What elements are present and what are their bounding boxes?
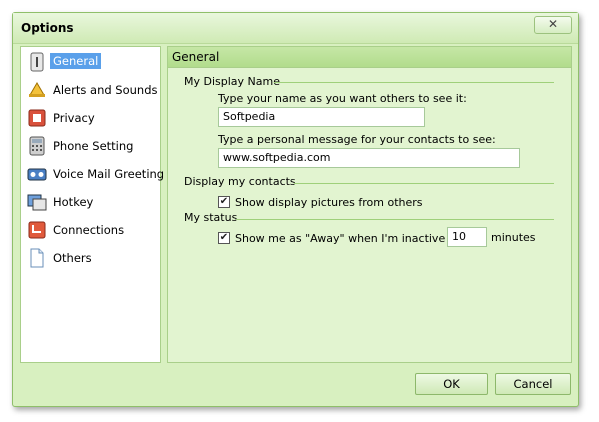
sidebar-item-label: Voice Mail Greeting (53, 167, 165, 181)
away-checkbox[interactable]: ✔ (218, 232, 230, 244)
options-sidebar: General Alerts and Sounds Privacy Phone … (20, 46, 164, 363)
sidebar-item-voicemail[interactable]: Voice Mail Greeting (23, 161, 164, 187)
sidebar-item-others[interactable]: Others (23, 245, 158, 271)
show-pictures-checkbox[interactable]: ✔ (218, 196, 230, 208)
close-button[interactable]: ✕ (534, 16, 572, 34)
show-pictures-label: Show display pictures from others (235, 196, 423, 209)
contacts-group-label: Display my contacts (184, 175, 296, 188)
away-minutes-input[interactable]: 10 (447, 227, 487, 247)
alerts-icon (29, 82, 45, 97)
general-settings-panel: General My Display Name Type your name a… (167, 46, 572, 363)
others-icon (30, 248, 44, 268)
sidebar-item-hotkey[interactable]: Hotkey (23, 189, 158, 215)
options-window: Options ✕ General Alerts and Sounds Priv… (12, 12, 579, 407)
group-divider (294, 183, 554, 184)
sidebar-item-privacy[interactable]: Privacy (23, 105, 158, 131)
general-icon (30, 52, 44, 72)
panel-header: General (168, 47, 571, 68)
title-bar[interactable]: Options ✕ (13, 13, 578, 44)
group-divider (274, 82, 554, 83)
display-name-group-label: My Display Name (184, 75, 280, 88)
sidebar-item-phone[interactable]: Phone Setting (23, 133, 158, 159)
window-title: Options (21, 21, 74, 35)
sidebar-item-label: Hotkey (53, 195, 94, 209)
cancel-button[interactable]: Cancel (495, 373, 571, 395)
sidebar-item-label: General (50, 53, 102, 69)
phone-icon (29, 136, 45, 156)
sidebar-item-label: Alerts and Sounds (53, 83, 158, 97)
status-group-label: My status (184, 211, 238, 224)
personal-message-input[interactable]: www.softpedia.com (218, 148, 520, 168)
sidebar-item-general[interactable]: General (23, 49, 158, 75)
minutes-label: minutes (491, 231, 536, 244)
ok-button[interactable]: OK (415, 373, 488, 395)
sidebar-item-label: Connections (53, 223, 125, 237)
voicemail-icon (27, 168, 47, 181)
sidebar-item-alerts[interactable]: Alerts and Sounds (23, 77, 158, 103)
name-field-label: Type your name as you want others to see… (218, 92, 467, 105)
connections-icon (28, 221, 46, 239)
group-divider (236, 219, 554, 220)
sidebar-item-label: Phone Setting (53, 139, 134, 153)
sidebar-item-label: Others (53, 251, 92, 265)
sidebar-item-connections[interactable]: Connections (23, 217, 158, 243)
sidebar-item-label: Privacy (53, 111, 95, 125)
panel-title: General (172, 50, 220, 64)
away-label: Show me as "Away" when I'm inactive for (235, 232, 464, 245)
privacy-icon (28, 109, 46, 127)
message-field-label: Type a personal message for your contact… (218, 133, 496, 146)
hotkey-icon (27, 194, 47, 211)
close-icon: ✕ (547, 17, 559, 31)
display-name-input[interactable]: Softpedia (218, 107, 425, 127)
